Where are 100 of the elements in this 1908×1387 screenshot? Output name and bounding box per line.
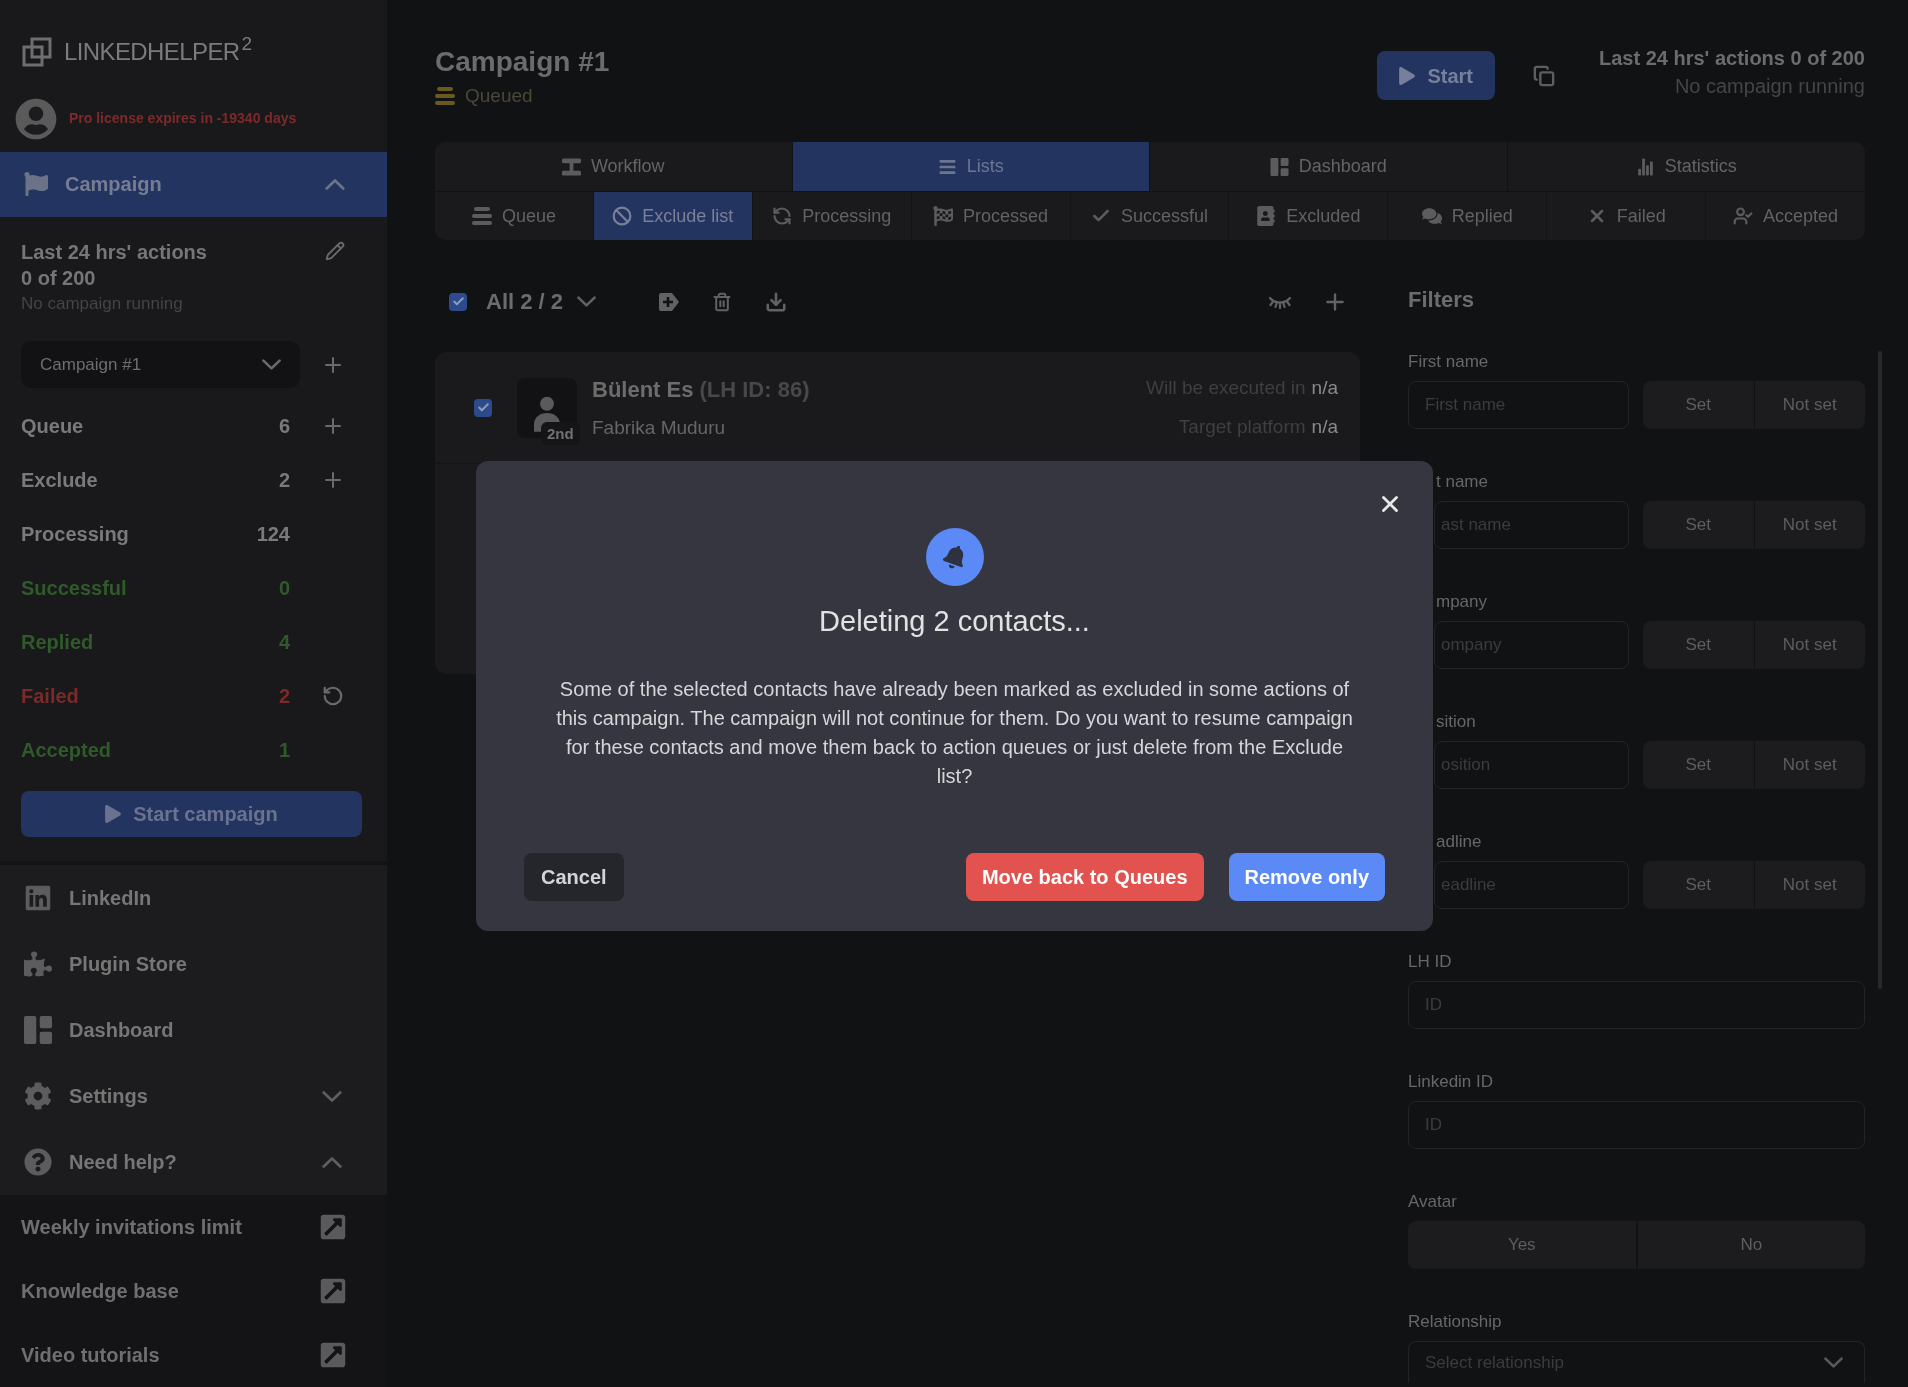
contact-checkbox[interactable] bbox=[474, 398, 492, 417]
stat-label[interactable]: Replied bbox=[21, 631, 94, 653]
contact-name[interactable]: Bülent Es bbox=[592, 372, 694, 406]
filter-option-button[interactable]: Set bbox=[1643, 621, 1754, 669]
actions-summary: Last 24 hrs' actions 0 of 200 bbox=[1599, 46, 1865, 71]
ban-icon bbox=[612, 206, 633, 226]
start-campaign-button[interactable]: Start campaign bbox=[21, 791, 362, 837]
filter-option-button[interactable]: Yes bbox=[1408, 1221, 1636, 1269]
select-all-checkbox[interactable] bbox=[449, 292, 467, 311]
tab[interactable]: Workflow bbox=[435, 142, 793, 191]
filter-option-button[interactable]: Set bbox=[1643, 741, 1754, 789]
help-link[interactable]: Weekly invitations limit bbox=[0, 1195, 387, 1259]
stat-label[interactable]: Queue bbox=[21, 415, 84, 437]
retry-icon[interactable] bbox=[322, 685, 344, 707]
stat-count: 2 bbox=[278, 684, 290, 709]
tab[interactable]: Dashboard bbox=[1150, 142, 1508, 191]
flag-icon bbox=[24, 171, 48, 198]
subtab[interactable]: Exclude list bbox=[593, 192, 753, 240]
filter-option-button[interactable]: Set bbox=[1643, 381, 1754, 429]
filter-label: adline bbox=[1436, 831, 1482, 853]
puzzle-piece-icon bbox=[24, 950, 52, 978]
platform-value: n/a bbox=[1311, 414, 1338, 439]
eye-closed-icon[interactable] bbox=[1268, 294, 1292, 309]
tab[interactable]: Lists bbox=[792, 142, 1150, 191]
nav-item[interactable]: Need help? bbox=[0, 1129, 387, 1195]
dialog-message: Some of the selected contacts have already been marked as excluded in some actions of this campaign. The campaign will not continue for them. Do you want to resume campaign for these contacts and move them back to action queues or just delete from the Exclude list? bbox=[555, 677, 1354, 789]
help-link[interactable]: Video tutorials bbox=[0, 1323, 387, 1387]
play-icon bbox=[105, 805, 122, 823]
help-link[interactable]: Knowledge base bbox=[0, 1259, 387, 1323]
stack-icon bbox=[435, 87, 455, 106]
logo-icon bbox=[22, 36, 52, 67]
remove-button[interactable]: Remove only bbox=[1228, 853, 1385, 901]
contact-headline: Fabrika Muduru bbox=[592, 415, 726, 440]
nav-item[interactable]: LinkedIn bbox=[0, 865, 387, 931]
address-book-icon bbox=[1256, 206, 1277, 226]
chevron-down-icon bbox=[1824, 1357, 1843, 1368]
check-icon bbox=[451, 295, 465, 308]
tag-plus-icon[interactable] bbox=[658, 291, 681, 312]
copy-icon[interactable] bbox=[1533, 65, 1555, 87]
filter-label: Relationship bbox=[1408, 1311, 1502, 1333]
filter-label: sition bbox=[1436, 711, 1476, 733]
subtab[interactable]: Excluded bbox=[1229, 192, 1389, 240]
filter-option-button[interactable]: No bbox=[1637, 1221, 1865, 1269]
filter-option-button[interactable]: Not set bbox=[1754, 621, 1865, 669]
nav-item[interactable]: Dashboard bbox=[0, 997, 387, 1063]
subtab[interactable]: Replied bbox=[1388, 192, 1548, 240]
filter-option-button[interactable]: Not set bbox=[1754, 501, 1865, 549]
bar-chart-icon bbox=[1635, 157, 1655, 176]
chat-bubbles-icon bbox=[1421, 206, 1442, 226]
filter-label: t name bbox=[1436, 471, 1488, 493]
chevron-down-icon bbox=[577, 296, 597, 307]
stack-icon bbox=[471, 206, 492, 226]
external-link-icon bbox=[319, 1277, 347, 1305]
campaign-section-header[interactable]: Campaign bbox=[0, 151, 387, 217]
edit-icon[interactable] bbox=[325, 241, 345, 261]
workflow-icon bbox=[561, 157, 581, 176]
filter-label: Avatar bbox=[1408, 1191, 1457, 1213]
bell-icon bbox=[925, 528, 984, 586]
filter-label: First name bbox=[1408, 351, 1489, 373]
subtab[interactable]: Accepted bbox=[1706, 192, 1865, 240]
filter-option-button[interactable]: Not set bbox=[1754, 381, 1865, 429]
subtab[interactable]: Queue bbox=[435, 192, 594, 240]
subtab[interactable]: Failed bbox=[1547, 192, 1707, 240]
download-icon[interactable] bbox=[765, 290, 788, 313]
subtab[interactable]: Processing bbox=[752, 192, 912, 240]
cancel-button[interactable]: Cancel bbox=[524, 853, 624, 901]
tab[interactable]: Statistics bbox=[1507, 142, 1865, 191]
stat-label[interactable]: Processing bbox=[21, 523, 129, 545]
actions-count: 0 of 200 bbox=[21, 266, 96, 291]
trash-icon[interactable] bbox=[712, 290, 733, 313]
filter-option-button[interactable]: Not set bbox=[1754, 741, 1865, 789]
subtab[interactable]: Processed bbox=[911, 192, 1071, 240]
move-back-button[interactable]: Move back to Queues bbox=[965, 853, 1204, 901]
stat-count: 1 bbox=[278, 738, 290, 763]
nav-item[interactable]: Settings bbox=[0, 1063, 387, 1129]
nav-item[interactable]: Plugin Store bbox=[0, 931, 387, 997]
campaign-select[interactable]: Campaign #1 bbox=[21, 341, 300, 388]
filter-option-button[interactable]: Set bbox=[1643, 861, 1754, 909]
stat-count: 4 bbox=[278, 630, 290, 655]
stat-count: 124 bbox=[256, 522, 290, 547]
grid-icon bbox=[24, 1016, 52, 1044]
check-icon bbox=[476, 401, 490, 414]
selection-dropdown[interactable]: All 2 / 2 bbox=[486, 285, 597, 318]
filter-option-button[interactable]: Not set bbox=[1754, 861, 1865, 909]
start-button[interactable]: Start bbox=[1377, 51, 1495, 100]
stat-label[interactable]: Failed bbox=[21, 685, 79, 707]
stat-label[interactable]: Exclude bbox=[21, 469, 98, 491]
stat-count: 2 bbox=[278, 468, 290, 493]
stat-label[interactable]: Successful bbox=[21, 577, 127, 599]
stat-count: 6 bbox=[278, 414, 290, 439]
avatar-icon bbox=[15, 97, 57, 140]
campaign-title: Campaign #1 bbox=[435, 45, 610, 79]
filter-option-button[interactable]: Set bbox=[1643, 501, 1754, 549]
stat-label[interactable]: Accepted bbox=[21, 739, 112, 761]
schedule-value: n/a bbox=[1311, 376, 1338, 400]
help-icon bbox=[24, 1148, 52, 1176]
license-notice: Pro license expires in -19340 days bbox=[69, 109, 297, 129]
external-link-icon bbox=[319, 1213, 347, 1241]
dialog-title: Deleting 2 contacts... bbox=[819, 604, 1090, 639]
subtab[interactable]: Successful bbox=[1070, 192, 1230, 240]
